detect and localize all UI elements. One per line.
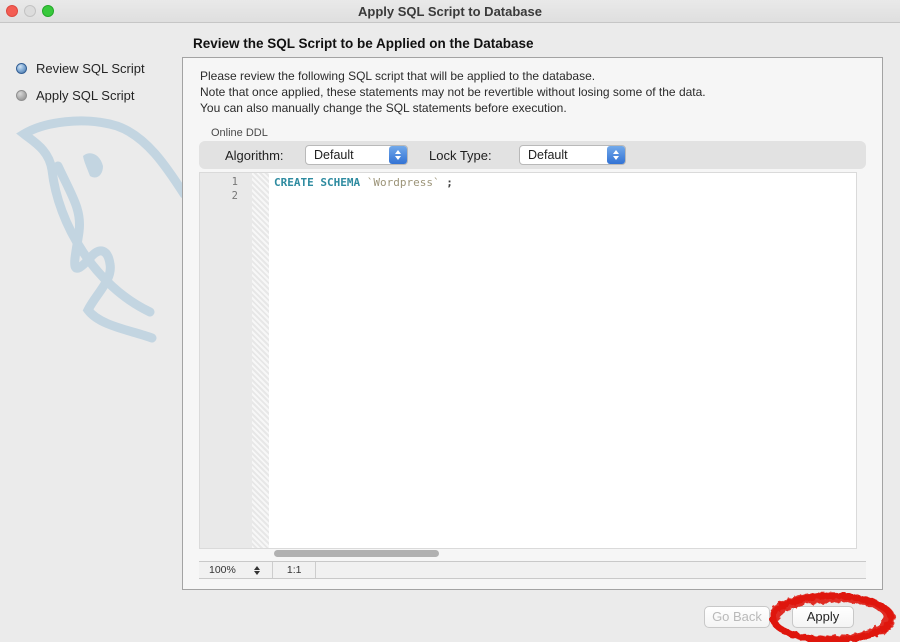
step-apply-sql-script: Apply SQL Script xyxy=(16,88,145,103)
step-review-sql-script: Review SQL Script xyxy=(16,61,145,76)
editor-status-bar: 100% 1:1 xyxy=(199,561,866,579)
instructions-line-1: Please review the following SQL script t… xyxy=(200,69,596,83)
algorithm-dropdown[interactable]: Default xyxy=(305,145,408,165)
apply-button[interactable]: Apply xyxy=(792,606,854,628)
wizard-sidebar: Review SQL Script Apply SQL Script xyxy=(0,24,182,642)
algorithm-selected-value: Default xyxy=(314,148,354,162)
review-script-panel: Please review the following SQL script t… xyxy=(182,57,883,590)
editor-line-number-gutter: 1 2 xyxy=(200,173,252,548)
step-active-bullet-icon xyxy=(16,63,27,74)
online-ddl-bar: Algorithm: Default Lock Type: Default xyxy=(199,141,866,169)
zoom-level-value: 100% xyxy=(209,564,236,576)
minimize-window-icon[interactable] xyxy=(24,5,36,17)
line-number: 1 xyxy=(231,176,238,188)
statusbar-divider xyxy=(271,562,273,578)
horizontal-scrollbar-thumb[interactable] xyxy=(274,550,439,557)
ratio-value: 1:1 xyxy=(286,564,302,576)
sql-keyword: CREATE SCHEMA xyxy=(274,176,361,189)
titlebar: Apply SQL Script to Database xyxy=(0,0,900,23)
instructions-text: Please review the following SQL script t… xyxy=(200,68,706,116)
lock-type-dropdown[interactable]: Default xyxy=(519,145,626,165)
line-number: 2 xyxy=(231,189,238,202)
page-title: Review the SQL Script to be Applied on t… xyxy=(193,36,534,51)
online-ddl-group-label: Online DDL xyxy=(211,127,268,139)
window-title: Apply SQL Script to Database xyxy=(358,4,542,19)
step-label: Review SQL Script xyxy=(36,61,145,76)
sql-editor: 1 2 CREATE SCHEMA `Wordpress` ; xyxy=(199,172,857,549)
dropdown-stepper-icon xyxy=(606,146,625,164)
sql-code-area[interactable]: CREATE SCHEMA `Wordpress` ; xyxy=(269,173,856,548)
sql-identifier: `Wordpress` xyxy=(366,176,440,189)
step-label: Apply SQL Script xyxy=(36,88,135,103)
close-window-icon[interactable] xyxy=(6,5,18,17)
editor-fold-margin xyxy=(252,173,269,548)
sql-terminator: ; xyxy=(446,176,453,189)
step-pending-bullet-icon xyxy=(16,90,27,101)
dropdown-stepper-icon xyxy=(388,146,407,164)
lock-type-selected-value: Default xyxy=(528,148,568,162)
instructions-line-3: You can also manually change the SQL sta… xyxy=(200,101,567,115)
algorithm-label: Algorithm: xyxy=(225,148,284,163)
zoom-stepper[interactable] xyxy=(253,565,260,575)
lock-type-label: Lock Type: xyxy=(429,148,492,163)
go-back-button[interactable]: Go Back xyxy=(704,606,770,628)
statusbar-divider xyxy=(315,562,317,578)
instructions-line-2: Note that once applied, these statements… xyxy=(200,85,706,99)
wizard-steps: Review SQL Script Apply SQL Script xyxy=(16,61,145,115)
zoom-window-icon[interactable] xyxy=(42,5,54,17)
